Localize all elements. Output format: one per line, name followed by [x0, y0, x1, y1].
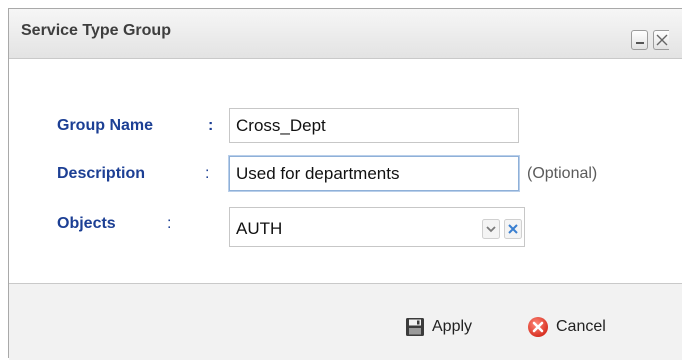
cancel-button[interactable]: Cancel [527, 314, 606, 340]
group-name-label: Group Name [57, 117, 154, 134]
close-button[interactable] [653, 30, 669, 50]
clear-x-icon [504, 219, 522, 239]
description-colon: : [205, 165, 210, 182]
objects-colon: : [167, 215, 172, 232]
cancel-icon [528, 317, 548, 337]
minimize-button[interactable] [631, 30, 648, 50]
objects-dropdown-button[interactable] [482, 219, 500, 239]
group-name-colon: : [208, 117, 214, 134]
objects-label: Objects [57, 215, 116, 232]
dialog-titlebar[interactable]: Service Type Group [9, 9, 682, 59]
description-input[interactable]: Used for departments [229, 156, 519, 191]
chevron-down-icon [482, 219, 500, 239]
objects-combobox[interactable]: AUTH [229, 207, 525, 247]
service-type-group-dialog: Service Type Group Group Name : Cross_De… [8, 8, 682, 360]
objects-selected-value: AUTH [236, 219, 283, 238]
dialog-footer: Apply Cancel [9, 283, 682, 360]
apply-label: Apply [432, 318, 473, 335]
description-label: Description [57, 165, 146, 182]
cancel-label: Cancel [556, 318, 606, 335]
group-name-input[interactable]: Cross_Dept [229, 108, 519, 143]
close-icon [656, 34, 668, 46]
objects-clear-button[interactable] [504, 219, 522, 239]
save-icon [406, 318, 424, 336]
dialog-title: Service Type Group [21, 22, 171, 39]
optional-hint: (Optional) [527, 165, 598, 182]
apply-button[interactable]: Apply [405, 314, 472, 340]
